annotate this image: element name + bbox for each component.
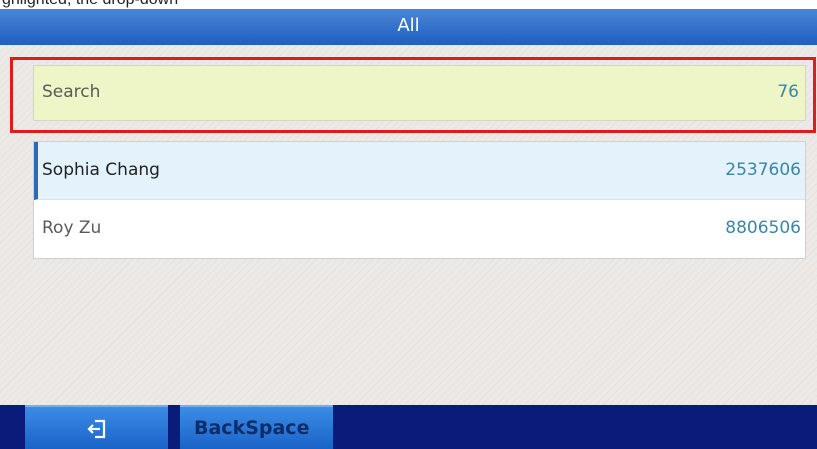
search-field[interactable]: Search 76	[33, 65, 806, 121]
directory-content: Search 76 Sophia Chang 2537606 Roy Zu 88…	[0, 45, 817, 405]
contact-row[interactable]: Roy Zu 8806506	[34, 200, 805, 258]
title-bar: All	[0, 9, 817, 45]
search-label: Search	[42, 82, 101, 102]
backspace-label: BackSpace	[194, 417, 310, 439]
contact-number: 8806506	[725, 218, 801, 238]
back-softkey[interactable]	[25, 405, 168, 449]
contact-list: Sophia Chang 2537606 Roy Zu 8806506	[33, 141, 806, 259]
contact-number: 2537606	[725, 160, 801, 180]
search-input-value: 76	[777, 82, 799, 102]
backspace-softkey[interactable]: BackSpace	[180, 405, 333, 449]
contact-name: Sophia Chang	[42, 160, 160, 180]
contact-name: Roy Zu	[42, 218, 102, 238]
exit-icon	[87, 419, 106, 439]
page-title: All	[397, 15, 420, 36]
phone-screen: ghlighted, the drop-down All Search 76 S…	[0, 0, 817, 449]
cropped-caption-text: ghlighted, the drop-down	[2, 0, 178, 9]
softkey-bar: BackSpace	[0, 405, 817, 449]
cropped-caption: ghlighted, the drop-down	[0, 0, 817, 9]
contact-row-selected[interactable]: Sophia Chang 2537606	[34, 142, 805, 200]
